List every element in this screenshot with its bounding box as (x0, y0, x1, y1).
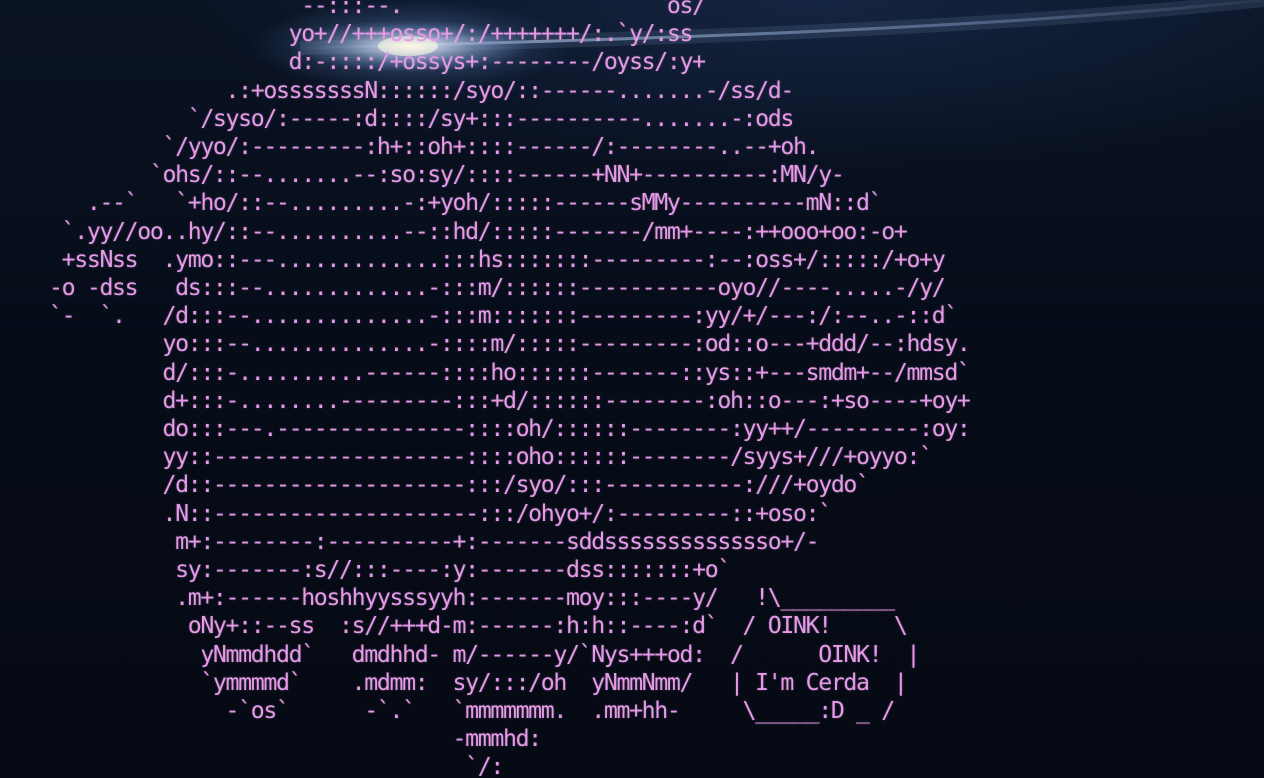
terminal-window[interactable]: `--:::--. `os/ yo+//+++osso+/:/+++++++/:… (0, 0, 1264, 778)
terminal-output-ascii-pig: `--:::--. `os/ yo+//+++osso+/:/+++++++/:… (49, 0, 971, 778)
